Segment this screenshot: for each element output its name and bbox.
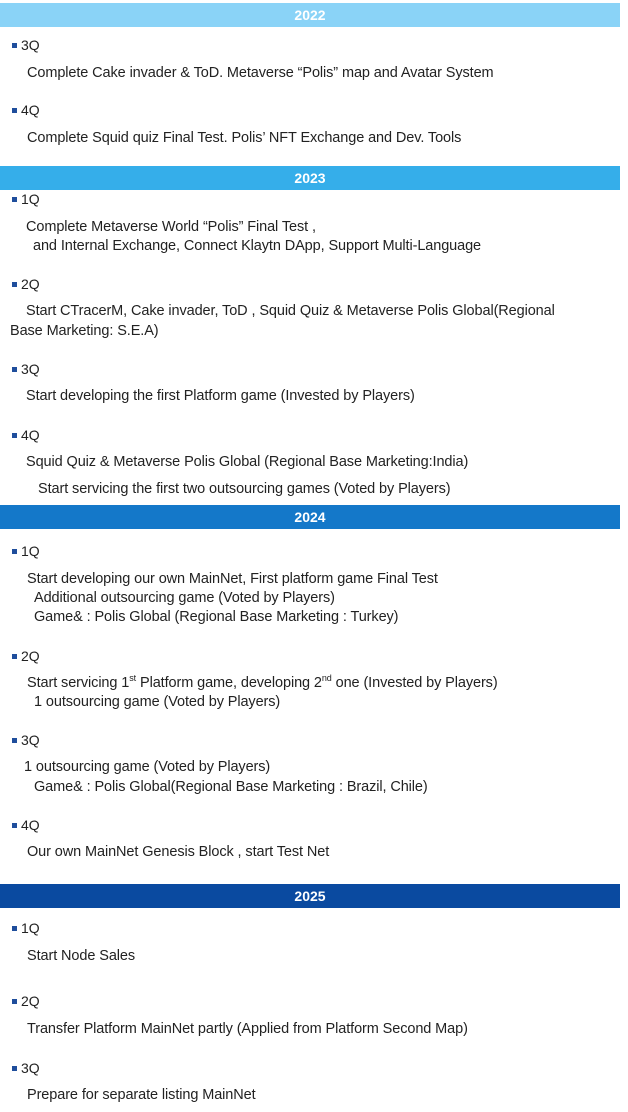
quarter-label: 3Q bbox=[12, 732, 40, 748]
quarter-label: 4Q bbox=[12, 427, 40, 443]
quarter-label: 2Q bbox=[12, 276, 40, 292]
text-part: one (Invested by Players) bbox=[331, 675, 498, 691]
year-header-2025: 2025 bbox=[0, 884, 620, 908]
text-part: Platform game, developing 2 bbox=[136, 675, 322, 691]
milestone-text: Additional outsourcing game (Voted by Pl… bbox=[34, 590, 335, 606]
bullet-icon bbox=[12, 925, 17, 931]
quarter-label: 2Q bbox=[12, 648, 40, 664]
year-header-2022: 2022 bbox=[0, 3, 620, 27]
milestone-text: Start CTracerM, Cake invader, ToD , Squi… bbox=[26, 303, 555, 319]
milestone-text: Start developing the first Platform game… bbox=[26, 388, 415, 404]
bullet-icon bbox=[12, 281, 17, 287]
quarter-label: 3Q bbox=[12, 361, 40, 377]
milestone-text: Base Marketing: S.E.A) bbox=[10, 323, 159, 339]
bullet-icon bbox=[12, 998, 17, 1004]
quarter-label: 4Q bbox=[12, 102, 40, 118]
milestone-text: Start servicing 1st Platform game, devel… bbox=[27, 673, 498, 691]
quarter-text: 4Q bbox=[21, 817, 40, 833]
milestone-text: 1 outsourcing game (Voted by Players) bbox=[34, 694, 281, 710]
milestone-text: Start developing our own MainNet, First … bbox=[27, 571, 438, 587]
quarter-text: 3Q bbox=[21, 361, 40, 377]
quarter-text: 2Q bbox=[21, 276, 40, 292]
ordinal-suffix: nd bbox=[321, 673, 332, 684]
quarter-text: 1Q bbox=[21, 543, 40, 559]
quarter-label: 4Q bbox=[12, 817, 40, 833]
milestone-text: and Internal Exchange, Connect Klaytn DA… bbox=[33, 238, 482, 254]
quarter-text: 3Q bbox=[21, 1060, 40, 1076]
bullet-icon bbox=[12, 107, 17, 113]
milestone-text: Game& : Polis Global (Regional Base Mark… bbox=[34, 609, 399, 625]
quarter-label: 1Q bbox=[12, 920, 40, 936]
milestone-text: Start servicing the first two outsourcin… bbox=[38, 481, 451, 497]
milestone-text: Complete Squid quiz Final Test. Polis’ N… bbox=[27, 130, 462, 146]
quarter-text: 2Q bbox=[21, 993, 40, 1009]
bullet-icon bbox=[12, 432, 17, 438]
bullet-icon bbox=[12, 42, 17, 48]
quarter-label: 1Q bbox=[12, 191, 40, 207]
quarter-text: 4Q bbox=[21, 102, 40, 118]
bullet-icon bbox=[12, 548, 17, 554]
bullet-icon bbox=[12, 653, 17, 659]
bullet-icon bbox=[12, 196, 17, 202]
quarter-label: 1Q bbox=[12, 543, 40, 559]
quarter-text: 3Q bbox=[21, 732, 40, 748]
quarter-text: 4Q bbox=[21, 427, 40, 443]
milestone-text: Our own MainNet Genesis Block , start Te… bbox=[27, 844, 330, 860]
bullet-icon bbox=[12, 366, 17, 372]
milestone-text: 1 outsourcing game (Voted by Players) bbox=[24, 759, 271, 775]
year-header-2024: 2024 bbox=[0, 505, 620, 529]
text-part: Start servicing 1 bbox=[27, 675, 130, 691]
milestone-text: Complete Metaverse World “Polis” Final T… bbox=[26, 219, 316, 235]
quarter-text: 1Q bbox=[21, 920, 40, 936]
bullet-icon bbox=[12, 737, 17, 743]
milestone-text: Squid Quiz & Metaverse Polis Global (Reg… bbox=[26, 454, 469, 470]
milestone-text: Prepare for separate listing MainNet bbox=[27, 1087, 256, 1103]
quarter-text: 2Q bbox=[21, 648, 40, 664]
milestone-text: Game& : Polis Global(Regional Base Marke… bbox=[34, 779, 428, 795]
bullet-icon bbox=[12, 1065, 17, 1071]
quarter-label: 2Q bbox=[12, 993, 40, 1009]
bullet-icon bbox=[12, 822, 17, 828]
quarter-label: 3Q bbox=[12, 37, 40, 53]
quarter-text: 1Q bbox=[21, 191, 40, 207]
year-header-2023: 2023 bbox=[0, 166, 620, 190]
milestone-text: Transfer Platform MainNet partly (Applie… bbox=[27, 1021, 468, 1037]
milestone-text: Start Node Sales bbox=[27, 948, 136, 964]
quarter-text: 3Q bbox=[21, 37, 40, 53]
quarter-label: 3Q bbox=[12, 1060, 40, 1076]
milestone-text: Complete Cake invader & ToD. Metaverse “… bbox=[27, 65, 494, 81]
